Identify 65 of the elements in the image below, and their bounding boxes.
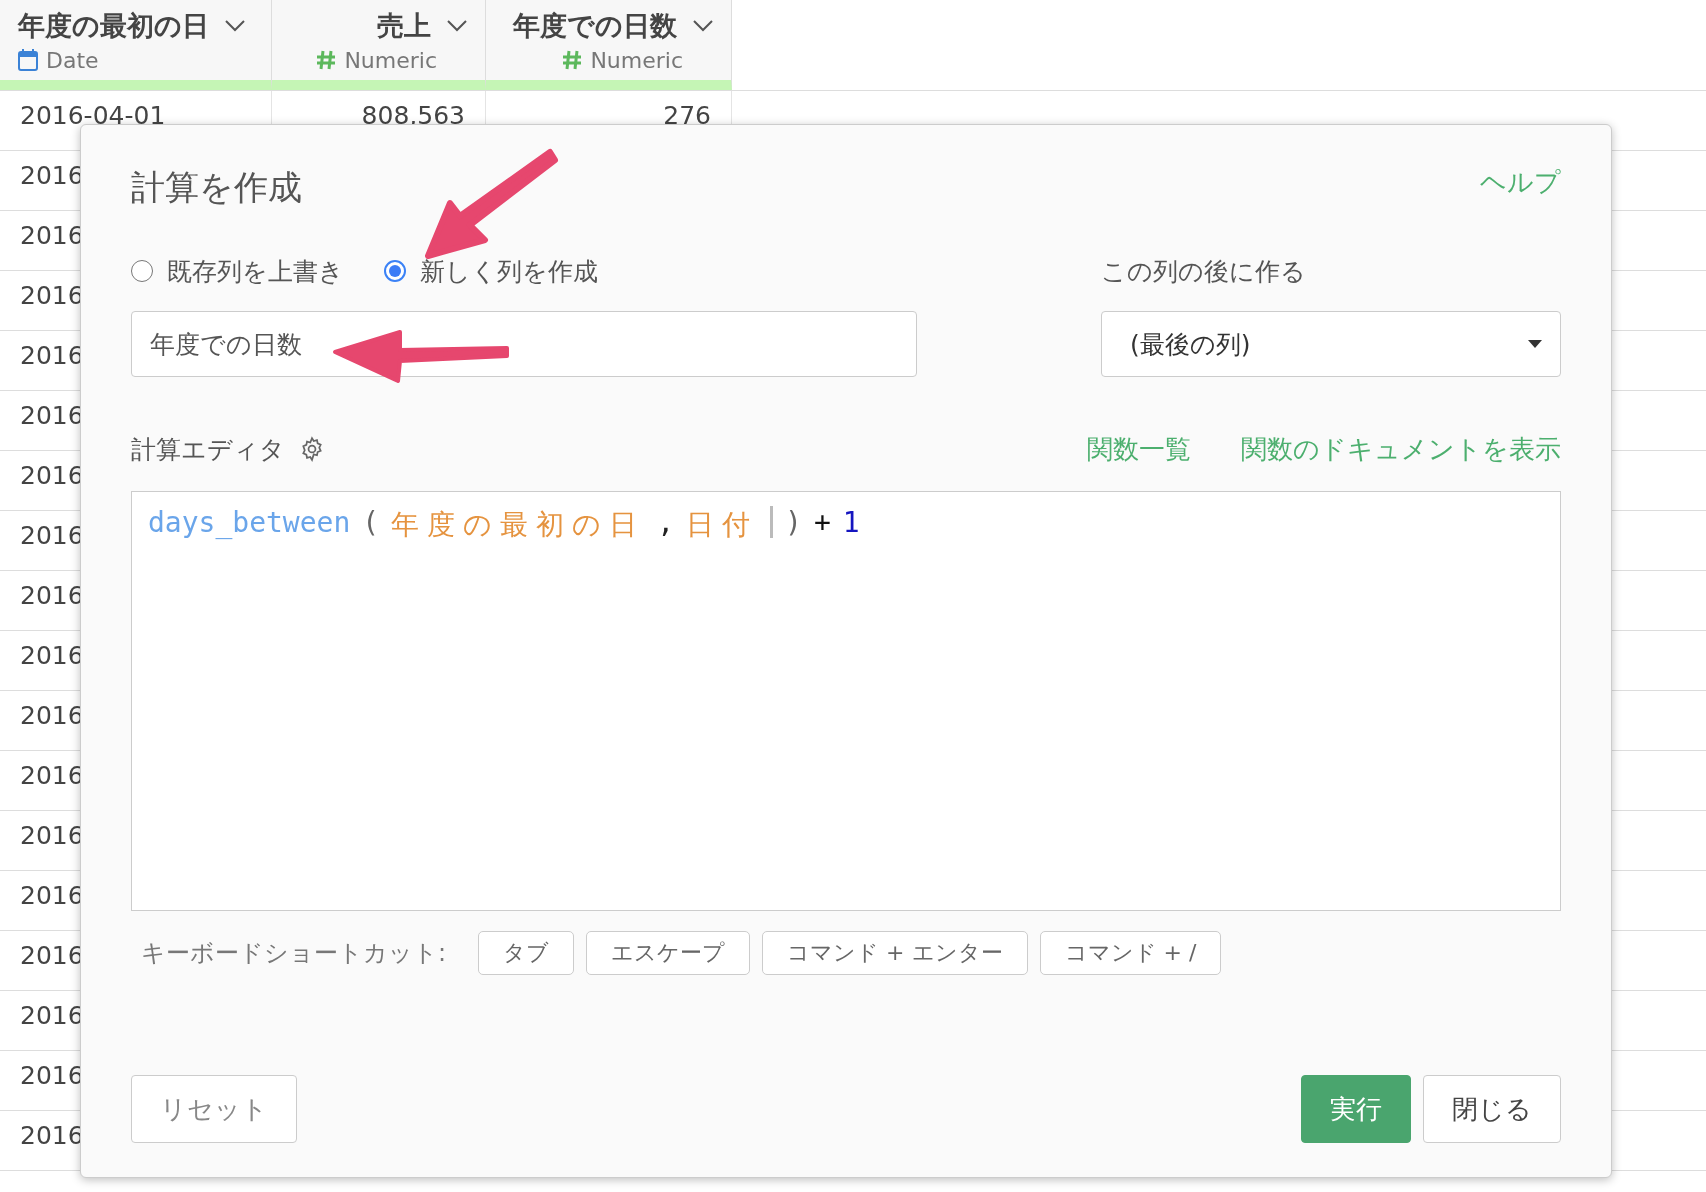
table-cell: 2016	[20, 821, 84, 850]
table-cell: 2016	[20, 341, 84, 370]
code-token: ,	[657, 506, 674, 539]
code-token: 1	[842, 506, 860, 539]
text-cursor	[770, 506, 773, 538]
chevron-down-icon[interactable]	[225, 19, 245, 32]
formula-editor[interactable]: days_between ( 年度の最初の日 , 日付 ) + 1	[131, 491, 1561, 911]
radio-option[interactable]: 新しく列を作成	[384, 254, 598, 288]
column-title: 年度での日数	[513, 8, 677, 43]
settings-icon[interactable]	[299, 436, 325, 462]
hash-icon	[562, 50, 583, 70]
chevron-down-icon[interactable]	[693, 19, 713, 32]
chevron-down-icon[interactable]	[447, 19, 467, 32]
code-token: (	[362, 506, 380, 539]
table-cell: 2016	[20, 401, 84, 430]
reset-button[interactable]: リセット	[131, 1075, 297, 1143]
column-title: 売上	[377, 8, 431, 43]
table-cell: 2016	[20, 761, 84, 790]
radio-label: 既存列を上書き	[167, 255, 344, 288]
code-token: )	[785, 506, 802, 539]
shortcut-key: タブ	[478, 931, 575, 975]
editor-label: 計算エディタ	[131, 433, 285, 466]
column-type: Date	[46, 47, 99, 73]
code-token: 年度の最初の日	[391, 507, 646, 543]
calendar-icon	[18, 49, 38, 71]
table-cell: 2016	[20, 641, 84, 670]
radio-icon[interactable]	[131, 260, 153, 282]
column-name-field[interactable]: 年度での日数	[131, 311, 917, 377]
table-cell: 808,563	[361, 101, 465, 130]
table-cell: 2016-04-01	[20, 101, 166, 130]
column-header[interactable]: 年度での日数 Numeric	[486, 0, 732, 90]
code-token: days_between	[148, 506, 351, 539]
dialog-title: 計算を作成	[131, 166, 302, 209]
column-type: Numeric	[344, 47, 437, 73]
shortcut-key: エスケープ	[586, 931, 751, 975]
table-cell: 2016	[20, 881, 84, 910]
table-cell: 2016	[20, 941, 84, 970]
table-cell: 2016	[20, 281, 84, 310]
table-cell: 2016	[20, 701, 84, 730]
table-cell: 2016	[20, 581, 84, 610]
table-cell: 2016	[20, 1001, 84, 1030]
column-header[interactable]: 年度の最初の日 Date	[0, 0, 272, 90]
code-token: +	[813, 506, 831, 539]
table-cell: 2016	[20, 1121, 84, 1150]
radio-icon[interactable]	[384, 260, 406, 282]
table-cell: 2016	[20, 521, 84, 550]
table-cell: 276	[663, 101, 711, 130]
radio-option[interactable]: 既存列を上書き	[131, 254, 344, 288]
table-cell: 2016	[20, 461, 84, 490]
shortcut-key: コマンド + /	[1039, 931, 1222, 975]
column-type: Numeric	[590, 47, 683, 73]
column-title: 年度の最初の日	[18, 8, 209, 43]
hash-icon	[316, 50, 337, 70]
code-token: 日付	[686, 507, 758, 543]
shortcuts-label: キーボードショートカット:	[141, 938, 447, 969]
table-cell: 2016	[20, 221, 84, 250]
position-label: この列の後に作る	[1101, 255, 1307, 288]
caret-icon	[1528, 340, 1542, 348]
position-select[interactable]: (最後の列)	[1101, 311, 1561, 377]
column-header[interactable]: 売上 Numeric	[272, 0, 486, 90]
radio-label: 新しく列を作成	[420, 255, 598, 288]
table-cell: 2016	[20, 1061, 84, 1090]
shortcut-key: コマンド + エンター	[762, 931, 1028, 975]
table-cell: 2016	[20, 161, 84, 190]
close-button[interactable]: 閉じる	[1423, 1075, 1561, 1143]
